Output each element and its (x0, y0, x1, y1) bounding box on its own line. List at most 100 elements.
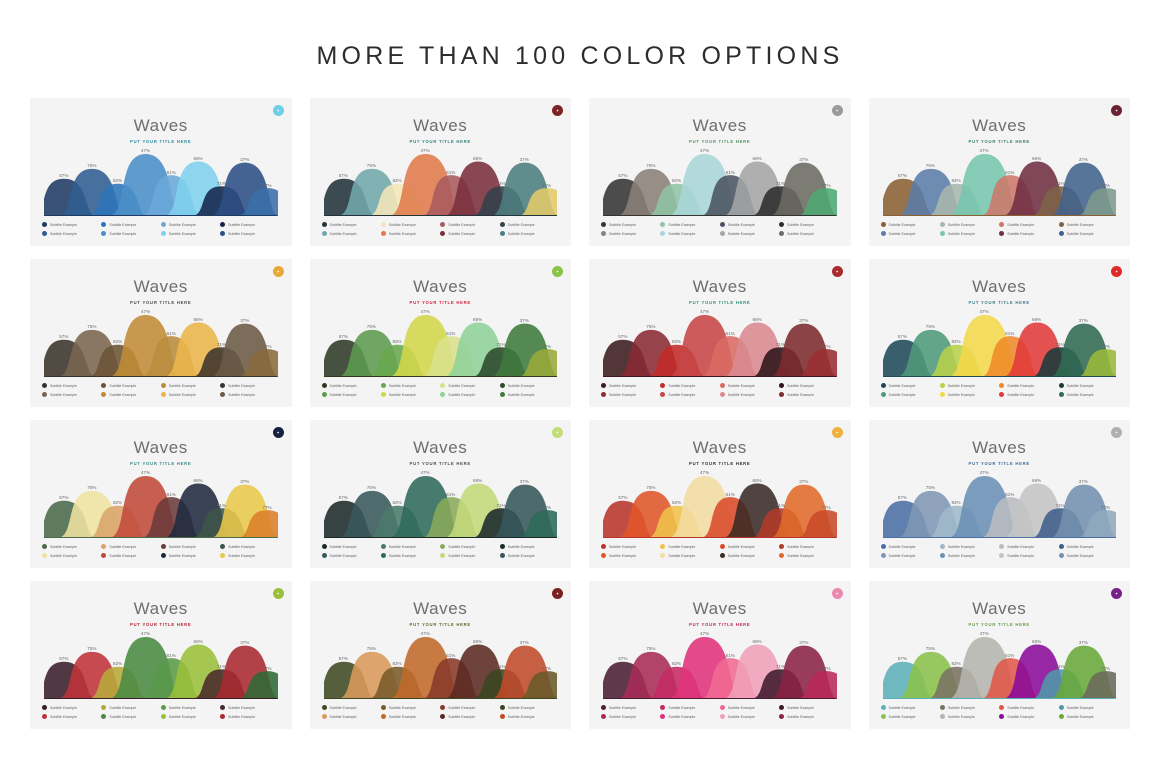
legend-item[interactable]: Subtitle Example (220, 222, 279, 227)
color-option-card[interactable]: ✦ Waves PUT YOUR TITLE HERE 57% 75% 82% 47% 61%… (30, 259, 292, 407)
legend-item[interactable]: Subtitle Example (499, 231, 559, 236)
legend-item[interactable]: Subtitle Example (321, 705, 381, 710)
legend-item[interactable]: Subtitle Example (880, 383, 940, 388)
legend-item[interactable]: Subtitle Example (440, 714, 499, 719)
legend-item[interactable]: Subtitle Example (101, 392, 160, 397)
legend-item[interactable]: Subtitle Example (601, 383, 660, 388)
legend-item[interactable]: Subtitle Example (660, 222, 719, 227)
legend-item[interactable]: Subtitle Example (321, 231, 381, 236)
color-option-card[interactable]: ✦ Waves PUT YOUR TITLE HERE 57% 75% 82% 47% 61%… (309, 420, 571, 568)
color-option-card[interactable]: ✦ Waves PUT YOUR TITLE HERE 57% 75% 82% 47% 61%… (868, 259, 1130, 407)
color-option-card[interactable]: ✦ Waves PUT YOUR TITLE HERE 57% 75% 82% 47% 61%… (30, 581, 292, 729)
legend-item[interactable]: Subtitle Example (160, 222, 220, 227)
legend-item[interactable]: Subtitle Example (779, 553, 838, 558)
legend-item[interactable]: Subtitle Example (42, 392, 101, 397)
legend-item[interactable]: Subtitle Example (660, 705, 719, 710)
legend-item[interactable]: Subtitle Example (160, 392, 220, 397)
legend-item[interactable]: Subtitle Example (499, 222, 559, 227)
legend-item[interactable]: Subtitle Example (499, 544, 559, 549)
legend-item[interactable]: Subtitle Example (880, 553, 940, 558)
legend-item[interactable]: Subtitle Example (999, 544, 1058, 549)
legend-item[interactable]: Subtitle Example (380, 392, 440, 397)
legend-item[interactable]: Subtitle Example (380, 705, 440, 710)
legend-item[interactable]: Subtitle Example (160, 383, 220, 388)
legend-item[interactable]: Subtitle Example (880, 544, 940, 549)
legend-item[interactable]: Subtitle Example (719, 714, 779, 719)
legend-item[interactable]: Subtitle Example (601, 553, 660, 558)
legend-item[interactable]: Subtitle Example (101, 544, 160, 549)
legend-item[interactable]: Subtitle Example (101, 231, 160, 236)
legend-item[interactable]: Subtitle Example (321, 392, 381, 397)
legend-item[interactable]: Subtitle Example (440, 553, 499, 558)
color-swatch-badge[interactable]: ✦ (552, 588, 563, 599)
legend-item[interactable]: Subtitle Example (779, 392, 838, 397)
legend-item[interactable]: Subtitle Example (601, 705, 660, 710)
legend-item[interactable]: Subtitle Example (999, 231, 1058, 236)
legend-item[interactable]: Subtitle Example (42, 383, 101, 388)
legend-item[interactable]: Subtitle Example (999, 383, 1058, 388)
legend-item[interactable]: Subtitle Example (380, 544, 440, 549)
color-swatch-badge[interactable]: ✦ (272, 427, 284, 438)
legend-item[interactable]: Subtitle Example (160, 714, 220, 719)
legend-item[interactable]: Subtitle Example (601, 714, 660, 719)
legend-item[interactable]: Subtitle Example (939, 544, 999, 549)
legend-item[interactable]: Subtitle Example (999, 714, 1058, 719)
legend-item[interactable]: Subtitle Example (160, 544, 220, 549)
legend-item[interactable]: Subtitle Example (499, 553, 559, 558)
legend-item[interactable]: Subtitle Example (939, 222, 999, 227)
legend-item[interactable]: Subtitle Example (321, 383, 381, 388)
legend-item[interactable]: Subtitle Example (719, 705, 779, 710)
legend-item[interactable]: Subtitle Example (660, 383, 719, 388)
legend-item[interactable]: Subtitle Example (220, 714, 279, 719)
legend-item[interactable]: Subtitle Example (779, 705, 838, 710)
legend-item[interactable]: Subtitle Example (601, 392, 660, 397)
legend-item[interactable]: Subtitle Example (440, 544, 499, 549)
legend-item[interactable]: Subtitle Example (160, 553, 220, 558)
legend-item[interactable]: Subtitle Example (999, 553, 1058, 558)
color-option-card[interactable]: ✦ Waves PUT YOUR TITLE HERE 57% 75% 82% 47% 61%… (30, 98, 292, 246)
legend-item[interactable]: Subtitle Example (880, 392, 940, 397)
legend-item[interactable]: Subtitle Example (1058, 544, 1118, 549)
legend-item[interactable]: Subtitle Example (321, 544, 381, 549)
legend-item[interactable]: Subtitle Example (1058, 392, 1118, 397)
color-swatch-badge[interactable]: ✦ (552, 105, 563, 116)
legend-item[interactable]: Subtitle Example (660, 714, 719, 719)
legend-item[interactable]: Subtitle Example (1058, 222, 1118, 227)
legend-item[interactable]: Subtitle Example (779, 231, 838, 236)
legend-item[interactable]: Subtitle Example (939, 392, 999, 397)
legend-item[interactable]: Subtitle Example (719, 392, 779, 397)
color-swatch-badge[interactable]: ✦ (831, 266, 843, 277)
color-swatch-badge[interactable]: ✦ (831, 105, 843, 116)
legend-item[interactable]: Subtitle Example (220, 383, 279, 388)
color-option-card[interactable]: ✦ Waves PUT YOUR TITLE HERE 57% 75% 82% 47% 61%… (589, 98, 851, 246)
legend-item[interactable]: Subtitle Example (939, 383, 999, 388)
color-swatch-badge[interactable]: ✦ (1111, 427, 1122, 438)
color-option-card[interactable]: ✦ Waves PUT YOUR TITLE HERE 57% 75% 82% 47% 61%… (309, 259, 571, 407)
legend-item[interactable]: Subtitle Example (1058, 383, 1118, 388)
color-swatch-badge[interactable]: ✦ (1111, 588, 1122, 599)
legend-item[interactable]: Subtitle Example (601, 231, 660, 236)
legend-item[interactable]: Subtitle Example (1058, 714, 1118, 719)
color-swatch-badge[interactable]: ✦ (272, 105, 284, 116)
color-option-card[interactable]: ✦ Waves PUT YOUR TITLE HERE 57% 75% 82% 47% 61%… (589, 259, 851, 407)
color-option-card[interactable]: ✦ Waves PUT YOUR TITLE HERE 57% 75% 82% 47% 61%… (30, 420, 292, 568)
legend-item[interactable]: Subtitle Example (719, 383, 779, 388)
legend-item[interactable]: Subtitle Example (939, 553, 999, 558)
color-option-card[interactable]: ✦ Waves PUT YOUR TITLE HERE 57% 75% 82% 47% 61%… (868, 98, 1130, 246)
legend-item[interactable]: Subtitle Example (1058, 553, 1118, 558)
legend-item[interactable]: Subtitle Example (660, 553, 719, 558)
color-option-card[interactable]: ✦ Waves PUT YOUR TITLE HERE 57% 75% 82% 47% 61%… (868, 581, 1130, 729)
legend-item[interactable]: Subtitle Example (321, 553, 381, 558)
legend-item[interactable]: Subtitle Example (880, 222, 940, 227)
color-swatch-badge[interactable]: ✦ (272, 588, 284, 599)
legend-item[interactable]: Subtitle Example (440, 383, 499, 388)
color-swatch-badge[interactable]: ✦ (1111, 266, 1122, 277)
legend-item[interactable]: Subtitle Example (220, 553, 279, 558)
legend-item[interactable]: Subtitle Example (880, 231, 940, 236)
legend-item[interactable]: Subtitle Example (499, 383, 559, 388)
legend-item[interactable]: Subtitle Example (380, 222, 440, 227)
legend-item[interactable]: Subtitle Example (719, 231, 779, 236)
legend-item[interactable]: Subtitle Example (220, 544, 279, 549)
legend-item[interactable]: Subtitle Example (999, 222, 1058, 227)
legend-item[interactable]: Subtitle Example (601, 222, 660, 227)
